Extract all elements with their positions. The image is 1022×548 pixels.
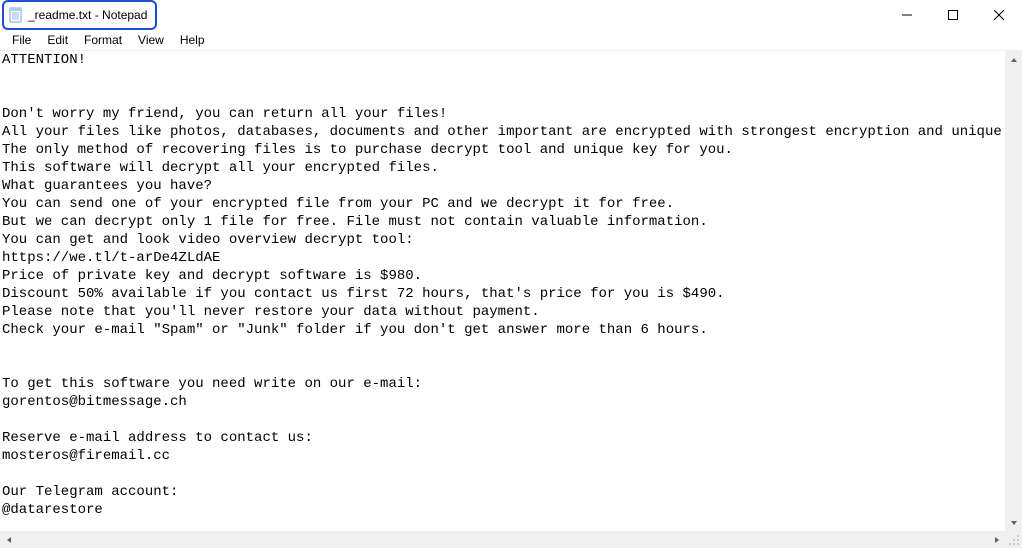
- menu-view[interactable]: View: [130, 31, 172, 49]
- resize-grip-icon[interactable]: [1008, 534, 1020, 546]
- maximize-button[interactable]: [930, 0, 976, 30]
- editor-area: ATTENTION! Don't worry my friend, you ca…: [0, 51, 1022, 548]
- minimize-button[interactable]: [884, 0, 930, 30]
- menu-help[interactable]: Help: [172, 31, 213, 49]
- close-icon: [994, 10, 1004, 20]
- horizontal-scrollbar[interactable]: [0, 531, 1005, 548]
- scroll-up-icon[interactable]: [1005, 51, 1022, 68]
- titlebar[interactable]: _readme.txt - Notepad: [0, 0, 1022, 30]
- scroll-left-icon[interactable]: [0, 531, 17, 548]
- notepad-window: _readme.txt - Notepad File Edit Format V…: [0, 0, 1022, 548]
- scroll-right-icon[interactable]: [988, 531, 1005, 548]
- scrollbar-corner: [1005, 531, 1022, 548]
- vertical-scrollbar[interactable]: [1005, 51, 1022, 531]
- menu-format[interactable]: Format: [76, 31, 130, 49]
- window-title: _readme.txt - Notepad: [28, 8, 147, 22]
- notepad-icon: [8, 7, 24, 23]
- titlebar-left: _readme.txt - Notepad: [2, 0, 157, 30]
- scroll-down-icon[interactable]: [1005, 514, 1022, 531]
- minimize-icon: [902, 10, 912, 20]
- menu-edit[interactable]: Edit: [39, 31, 76, 49]
- window-controls: [884, 0, 1022, 30]
- menubar: File Edit Format View Help: [0, 30, 1022, 51]
- menu-file[interactable]: File: [4, 31, 39, 49]
- text-editor[interactable]: ATTENTION! Don't worry my friend, you ca…: [0, 51, 1005, 531]
- maximize-icon: [948, 10, 958, 20]
- close-button[interactable]: [976, 0, 1022, 30]
